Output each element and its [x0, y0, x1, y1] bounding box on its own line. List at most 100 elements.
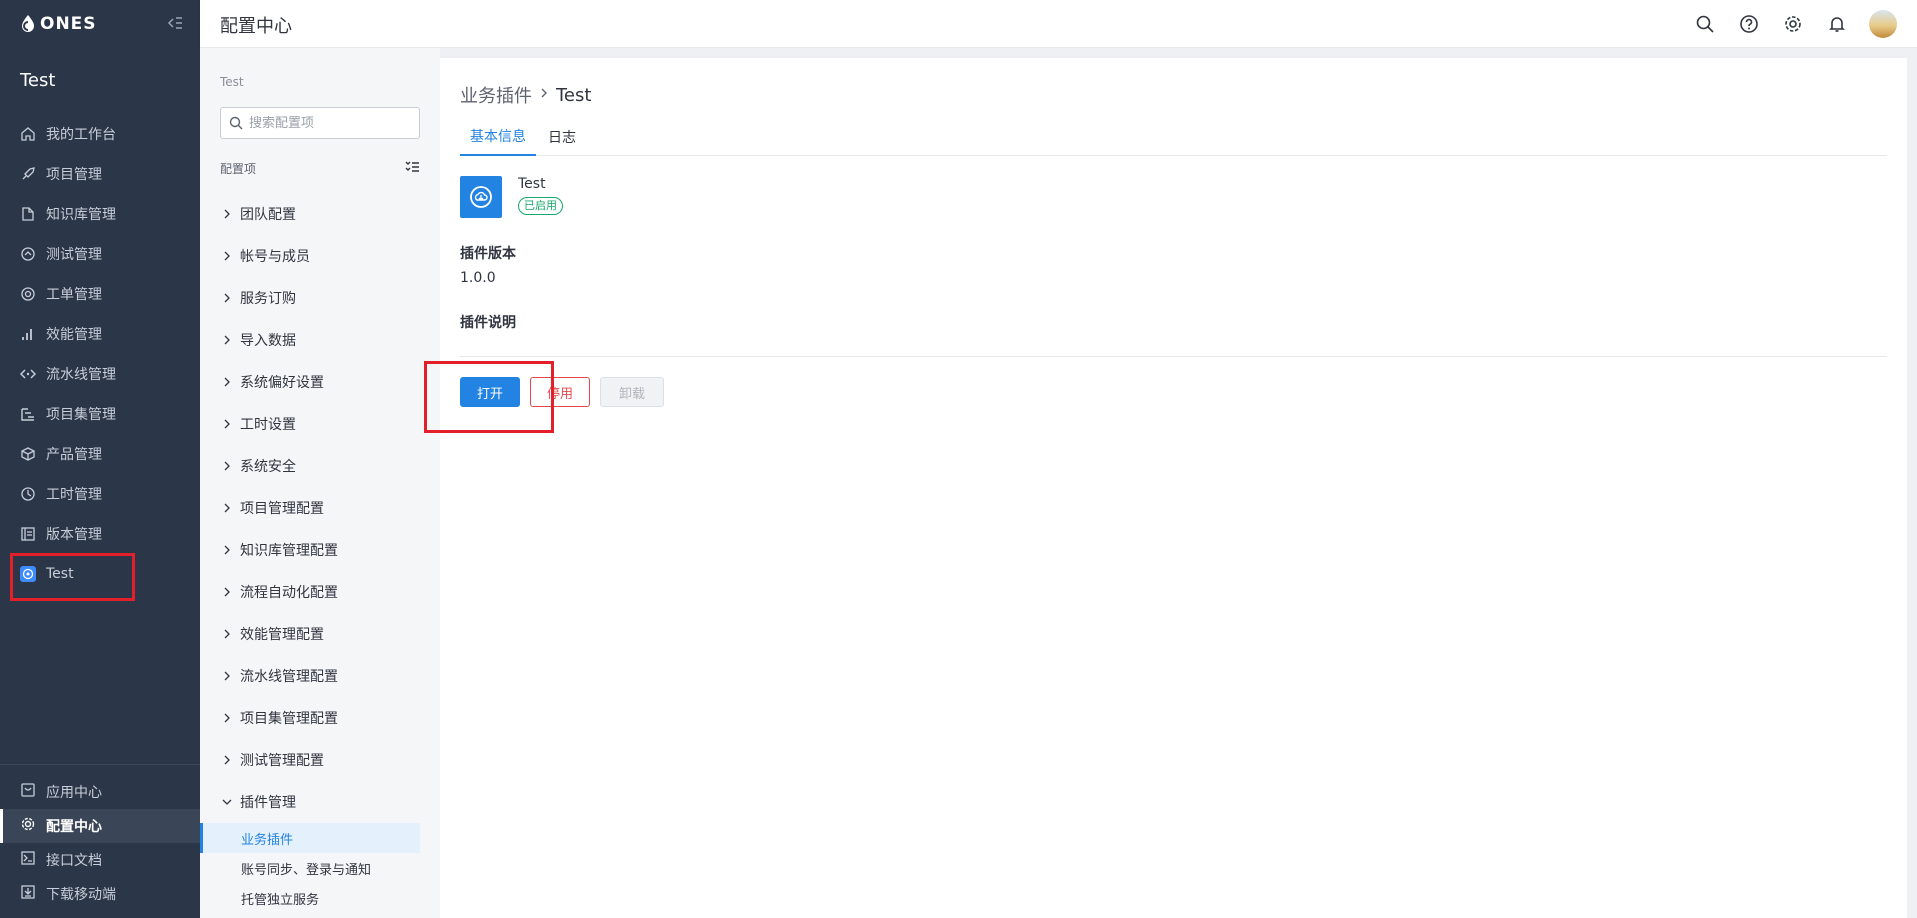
config-item[interactable]: 系统安全	[200, 445, 440, 487]
detail-tabs: 基本信息 日志	[460, 118, 1887, 156]
config-item-label: 项目集管理配置	[240, 711, 338, 727]
config-item-label: 工时设置	[240, 417, 296, 433]
sidebar-item-test-plugin[interactable]: Test	[0, 554, 200, 594]
ones-logo[interactable]: ONES	[20, 12, 97, 36]
config-item[interactable]: 系统偏好设置	[200, 361, 440, 403]
logo-text: ONES	[40, 14, 97, 34]
chevron-right-icon	[222, 251, 232, 261]
ones-logo-icon	[22, 15, 34, 32]
download-icon	[20, 884, 36, 904]
tab-basic-info[interactable]: 基本信息	[460, 118, 536, 156]
sidebar-item-label: 应用中心	[46, 785, 102, 801]
config-item[interactable]: 工时设置	[200, 403, 440, 445]
sidebar-item-download-mobile[interactable]: 下载移动端	[0, 877, 200, 911]
config-item[interactable]: 团队配置	[200, 193, 440, 235]
sidebar-item-label: 版本管理	[46, 527, 102, 543]
plugin-actions: 打开 停用 卸载	[460, 377, 664, 407]
sidebar-item-label: 项目管理	[46, 167, 102, 183]
chevron-right-icon	[222, 503, 232, 513]
config-item-label: 系统偏好设置	[240, 375, 324, 391]
sidebar-item-label: 项目集管理	[46, 407, 116, 423]
sidebar-item-manhour[interactable]: 工时管理	[0, 474, 200, 514]
divider	[460, 356, 1887, 357]
sidebar-item-label: 接口文档	[46, 853, 102, 869]
search-icon[interactable]	[1693, 12, 1717, 36]
main-sidebar: ONES Test 我的工作台 项目管理 知识库管理 测试管理 工单管理 效能管…	[0, 0, 200, 918]
config-section-label: 配置项	[220, 162, 257, 176]
list-filter-icon[interactable]	[404, 159, 420, 175]
config-item[interactable]: 导入数据	[200, 319, 440, 361]
sidebar-item-label: 流水线管理	[46, 367, 116, 383]
user-avatar[interactable]	[1869, 10, 1897, 38]
chevron-right-icon	[222, 293, 232, 303]
sidebar-item-wiki[interactable]: 知识库管理	[0, 194, 200, 234]
collapse-sidebar-icon[interactable]	[166, 14, 184, 32]
config-item[interactable]: 项目管理配置	[200, 487, 440, 529]
config-item-label: 帐号与成员	[240, 249, 310, 265]
config-search[interactable]	[220, 107, 420, 139]
chevron-right-icon	[222, 419, 232, 429]
bar-chart-icon	[20, 326, 36, 342]
config-item[interactable]: 项目集管理配置	[200, 697, 440, 739]
config-item[interactable]: 知识库管理配置	[200, 529, 440, 571]
sidebar-item-label: Test	[46, 566, 74, 582]
sidebar-item-project[interactable]: 项目管理	[0, 154, 200, 194]
clock-icon	[20, 486, 36, 502]
breadcrumb-current: Test	[556, 84, 592, 106]
sidebar-item-program[interactable]: 项目集管理	[0, 394, 200, 434]
sidebar-item-workbench[interactable]: 我的工作台	[0, 114, 200, 154]
plugin-description-label: 插件说明	[460, 315, 516, 331]
plugin-icon	[460, 176, 502, 218]
config-item[interactable]: 服务订购	[200, 277, 440, 319]
chevron-right-icon	[222, 335, 232, 345]
config-item[interactable]: 流水线管理配置	[200, 655, 440, 697]
box-icon	[20, 446, 36, 462]
config-item-label: 测试管理配置	[240, 753, 324, 769]
header-actions	[1693, 10, 1897, 38]
config-item-plugin-management[interactable]: 插件管理	[200, 781, 440, 823]
config-item-label: 服务订购	[240, 291, 296, 307]
chevron-right-icon	[222, 755, 232, 765]
sidebar-bottom-nav: 应用中心 配置中心 接口文档 下载移动端	[0, 775, 200, 911]
breadcrumb-parent[interactable]: 业务插件	[460, 82, 532, 108]
help-icon[interactable]	[1737, 12, 1761, 36]
sidebar-item-ticket[interactable]: 工单管理	[0, 274, 200, 314]
plugin-app-icon	[20, 566, 36, 582]
config-item[interactable]: 流程自动化配置	[200, 571, 440, 613]
top-header: 配置中心	[200, 0, 1917, 48]
sidebar-item-pipeline[interactable]: 流水线管理	[0, 354, 200, 394]
terminal-icon	[20, 850, 36, 870]
home-icon	[20, 126, 36, 142]
config-item[interactable]: 帐号与成员	[200, 235, 440, 277]
sidebar-item-version[interactable]: 版本管理	[0, 514, 200, 554]
settings-gear-icon[interactable]	[1781, 12, 1805, 36]
document-icon	[20, 206, 36, 222]
sidebar-item-config-center[interactable]: 配置中心	[0, 809, 200, 843]
sidebar-item-label: 测试管理	[46, 247, 102, 263]
config-subitem-account-sync[interactable]: 账号同步、登录与通知	[200, 853, 440, 883]
open-button[interactable]: 打开	[460, 377, 520, 407]
bell-icon[interactable]	[1825, 12, 1849, 36]
plugin-version-value: 1.0.0	[460, 270, 496, 286]
sidebar-item-app-center[interactable]: 应用中心	[0, 775, 200, 809]
config-subitem-business-plugin[interactable]: 业务插件	[200, 823, 420, 853]
config-item-label: 插件管理	[240, 795, 296, 811]
config-item-label: 团队配置	[240, 207, 296, 223]
sidebar-item-api-docs[interactable]: 接口文档	[0, 843, 200, 877]
org-name: Test	[20, 70, 56, 91]
uninstall-button: 卸载	[600, 377, 664, 407]
plugin-header: Test 已启用	[460, 176, 563, 218]
sidebar-item-performance[interactable]: 效能管理	[0, 314, 200, 354]
config-item-label: 项目管理配置	[240, 501, 324, 517]
config-subitem-hosted-service[interactable]: 托管独立服务	[200, 883, 440, 913]
search-input[interactable]	[249, 115, 409, 131]
tab-logs[interactable]: 日志	[538, 118, 586, 156]
sidebar-item-product[interactable]: 产品管理	[0, 434, 200, 474]
chevron-down-icon	[222, 797, 232, 807]
disable-button[interactable]: 停用	[530, 377, 590, 407]
config-item[interactable]: 效能管理配置	[200, 613, 440, 655]
config-item[interactable]: 测试管理配置	[200, 739, 440, 781]
sidebar-item-label: 配置中心	[46, 819, 102, 835]
sidebar-item-testcase[interactable]: 测试管理	[0, 234, 200, 274]
status-badge: 已启用	[518, 197, 563, 215]
